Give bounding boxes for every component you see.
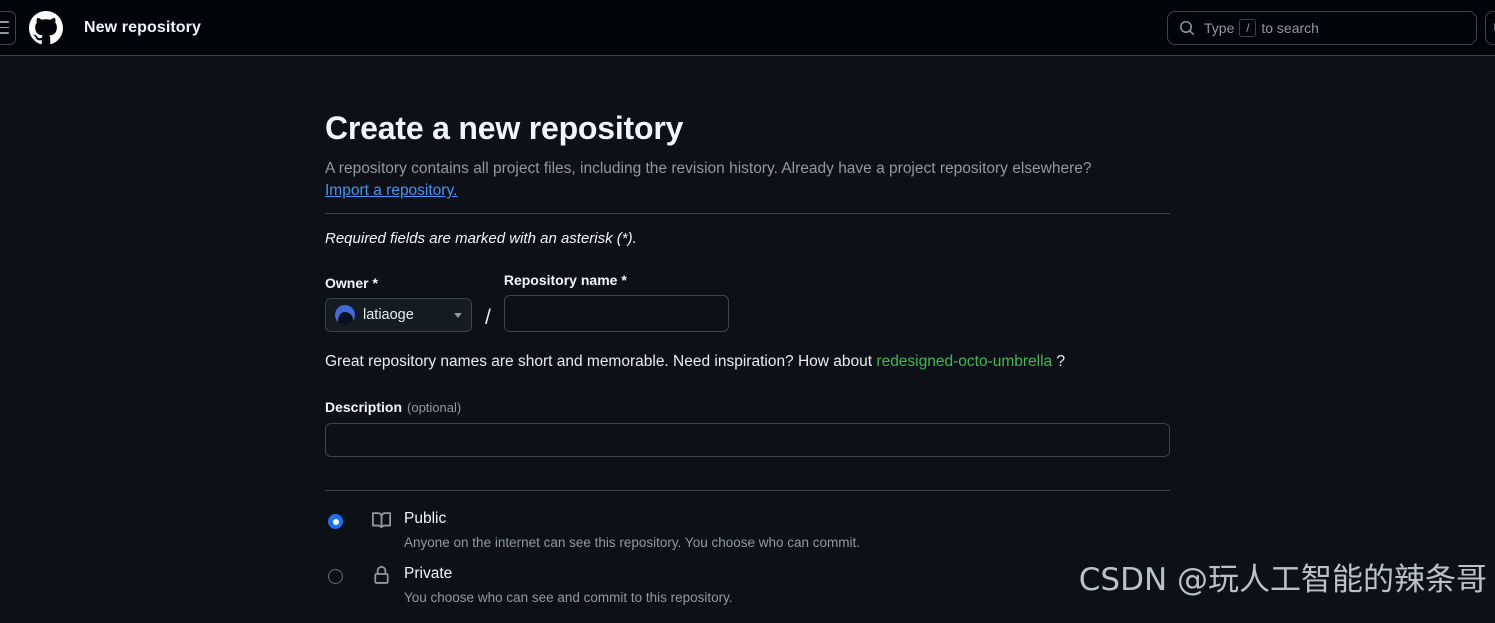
hamburger-line <box>0 32 9 34</box>
owner-repo-row: Owner * latiaoge / Repository name * <box>325 272 1170 333</box>
visibility-options: Public Anyone on the internet can see th… <box>325 510 1170 606</box>
chevron-down-icon <box>454 312 462 318</box>
search-suffix: to search <box>1261 19 1319 36</box>
search-input[interactable]: Type / to search <box>1167 10 1477 45</box>
hamburger-line <box>0 21 9 23</box>
description-optional-tag: (optional) <box>407 400 462 416</box>
radio-public[interactable] <box>328 514 343 530</box>
visibility-option-private[interactable]: Private You choose who can see and commi… <box>325 565 1170 606</box>
main-content: Create a new repository A repository con… <box>0 56 1495 623</box>
hamburger-menu-icon[interactable] <box>0 10 16 45</box>
copilot-icon[interactable] <box>1485 10 1495 45</box>
required-fields-note: Required fields are marked with an aster… <box>325 230 637 248</box>
repo-name-input[interactable] <box>503 295 729 333</box>
repo-book-icon <box>371 511 391 530</box>
visibility-private-description: You choose who can see and commit to thi… <box>404 589 733 605</box>
repo-name-label: Repository name * <box>503 272 627 289</box>
hint-text-after: ? <box>1056 353 1066 371</box>
header-right-group: Type / to search <box>1167 10 1495 45</box>
new-repo-form: Create a new repository A repository con… <box>325 56 1170 607</box>
divider-top <box>325 213 1170 215</box>
visibility-option-public[interactable]: Public Anyone on the internet can see th… <box>325 510 1170 551</box>
visibility-public-description: Anyone on the internet can see this repo… <box>404 534 861 550</box>
divider-visibility <box>325 490 1170 492</box>
suggested-repo-name[interactable]: redesigned-octo-umbrella <box>876 353 1052 370</box>
visibility-private-title: Private <box>404 565 453 583</box>
repo-name-field-group: Repository name * <box>503 272 729 333</box>
page-title: Create a new repository <box>325 110 684 146</box>
hamburger-line <box>0 26 9 29</box>
owner-label: Owner * <box>325 275 378 292</box>
hint-text-before: Great repository names are short and mem… <box>325 353 873 371</box>
description-input[interactable] <box>325 423 1170 458</box>
search-prefix: Type <box>1204 19 1235 36</box>
search-placeholder-text: Type / to search <box>1204 18 1319 37</box>
page-subtitle: A repository contains all project files,… <box>325 160 1092 177</box>
page-title-header: New repository <box>84 18 201 36</box>
description-label: Description <box>325 399 403 416</box>
owner-name: latiaoge <box>363 307 414 324</box>
radio-private[interactable] <box>328 569 343 585</box>
visibility-public-title: Public <box>404 510 447 528</box>
description-label-row: Description (optional) <box>325 399 1170 415</box>
owner-field-group: Owner * latiaoge <box>325 275 472 333</box>
lock-icon <box>371 566 391 585</box>
import-repository-link[interactable]: Import a repository. <box>325 182 457 200</box>
search-slash-key: / <box>1239 18 1257 37</box>
visibility-public-text: Public Anyone on the internet can see th… <box>404 510 860 551</box>
user-avatar <box>335 305 355 326</box>
search-icon <box>1179 20 1195 36</box>
app-header: New repository Type / to search <box>0 0 1495 56</box>
github-logo-icon[interactable] <box>28 10 64 46</box>
owner-repo-separator: / <box>485 306 491 330</box>
owner-select[interactable]: latiaoge <box>325 298 472 333</box>
visibility-private-text: Private You choose who can see and commi… <box>404 565 733 606</box>
repo-name-hint: Great repository names are short and mem… <box>325 353 1170 371</box>
